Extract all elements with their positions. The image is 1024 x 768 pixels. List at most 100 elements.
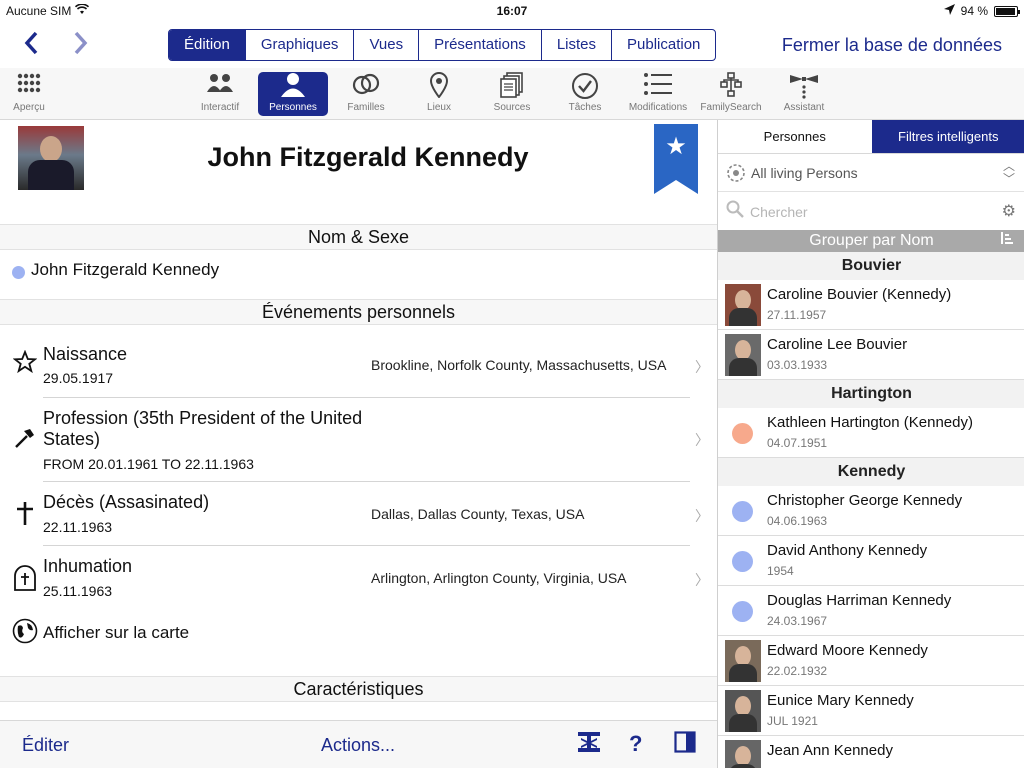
- back-arrow-icon[interactable]: [22, 28, 40, 64]
- list-item[interactable]: Edward Moore Kennedy 22.02.1932: [718, 636, 1024, 686]
- forward-arrow-icon[interactable]: [72, 28, 90, 64]
- list-item[interactable]: Jean Ann Kennedy: [718, 736, 1024, 768]
- tab-listes[interactable]: Listes: [540, 30, 611, 60]
- toolbar-apercu-label: Aperçu: [13, 102, 45, 113]
- section-name-sex: Nom & Sexe: [0, 224, 717, 250]
- bottom-toolbar: Éditer Actions... ?: [0, 720, 717, 768]
- search-icon: [726, 200, 744, 223]
- help-icon[interactable]: ?: [629, 731, 642, 757]
- event-row-birth[interactable]: Naissance 29.05.1917 Brookline, Norfolk …: [0, 326, 717, 398]
- event-date: FROM 20.01.1961 TO 22.11.1963: [43, 456, 254, 472]
- tab-edition[interactable]: Édition: [169, 30, 245, 60]
- event-place: Brookline, Norfolk County, Massachusetts…: [371, 357, 667, 373]
- event-date: 22.11.1963: [43, 519, 113, 535]
- tab-graphiques[interactable]: Graphiques: [244, 30, 354, 60]
- event-date: 25.11.1963: [43, 583, 113, 599]
- toolbar-interactif[interactable]: Interactif: [185, 72, 255, 116]
- tab-vues[interactable]: Vues: [353, 30, 418, 60]
- name-entry-row[interactable]: John Fitzgerald Kennedy: [0, 258, 717, 286]
- status-bar: Aucune SIM 16:07 94 %: [0, 0, 1024, 22]
- tree-icon: [696, 72, 766, 102]
- edit-button[interactable]: Éditer: [22, 735, 69, 756]
- toolbar-assistant[interactable]: Assistant: [769, 72, 839, 116]
- list-item[interactable]: Eunice Mary Kennedy JUL 1921: [718, 686, 1024, 736]
- actions-button[interactable]: Actions...: [321, 735, 395, 756]
- show-on-map-link[interactable]: Afficher sur la carte: [0, 616, 717, 650]
- group-by-bar[interactable]: Grouper par Nom: [718, 230, 1024, 252]
- toolbar-familles[interactable]: Familles: [331, 72, 401, 116]
- toolbar-taches-label: Tâches: [568, 102, 602, 113]
- sort-icon[interactable]: [1001, 230, 1013, 252]
- person-name: Eunice Mary Kennedy: [767, 692, 914, 709]
- sidebar-tab-filtres[interactable]: Filtres intelligents: [871, 120, 1024, 154]
- toolbar-lieux[interactable]: Lieux: [404, 71, 474, 116]
- chevron-right-icon: 〉: [695, 572, 709, 588]
- toolbar-modifications[interactable]: Modifications: [623, 72, 693, 116]
- avatar: [725, 740, 761, 768]
- group-header: Kennedy: [718, 458, 1024, 486]
- list-item[interactable]: David Anthony Kennedy 1954: [718, 536, 1024, 586]
- person-date: 27.11.1957: [767, 308, 827, 322]
- smart-filter-select[interactable]: All living Persons ︿ ﹀: [718, 156, 1024, 192]
- person-name: Christopher George Kennedy: [767, 492, 963, 509]
- event-place: Arlington, Arlington County, Virginia, U…: [371, 570, 627, 586]
- sidebar-toggle-icon[interactable]: [674, 731, 696, 759]
- toolbar-personnes-label: Personnes: [269, 102, 317, 113]
- filter-icon: [726, 163, 746, 188]
- close-database-button[interactable]: Fermer la base de données: [782, 35, 1002, 56]
- event-row-profession[interactable]: Profession (35th President of the United…: [0, 398, 717, 482]
- list-item[interactable]: Caroline Bouvier (Kennedy) 27.11.1957: [718, 280, 1024, 330]
- person-date: 03.03.1933: [767, 358, 828, 372]
- chevron-right-icon: 〉: [695, 359, 709, 375]
- event-row-burial[interactable]: Inhumation 25.11.1963 Arlington, Arlingt…: [0, 546, 717, 610]
- battery-icon: [994, 5, 1020, 17]
- sidebar-tabs: Personnes Filtres intelligents: [718, 120, 1024, 154]
- event-title: Naissance: [43, 344, 128, 364]
- people-sidebar: Personnes Filtres intelligents All livin…: [717, 120, 1024, 768]
- event-title: Profession (35th President of the United…: [43, 408, 363, 449]
- person-date: 04.07.1951: [767, 436, 828, 450]
- event-row-death[interactable]: Décès (Assasinated) 22.11.1963 Dallas, D…: [0, 482, 717, 546]
- toolbar-interactif-label: Interactif: [200, 102, 240, 113]
- people-list: Bouvier Caroline Bouvier (Kennedy) 27.11.1…: [718, 252, 1024, 768]
- sidebar-tab-personnes[interactable]: Personnes: [718, 120, 872, 154]
- toolbar-apercu[interactable]: Aperçu: [0, 72, 64, 116]
- sex-indicator-icon: [732, 601, 753, 622]
- chevron-right-icon: 〉: [695, 508, 709, 524]
- search-input[interactable]: [750, 201, 990, 223]
- globe-icon: [12, 618, 38, 650]
- list-item[interactable]: Douglas Harriman Kennedy 24.03.1967: [718, 586, 1024, 636]
- list-item[interactable]: Caroline Lee Bouvier 03.03.1933: [718, 330, 1024, 380]
- list-item[interactable]: Kathleen Hartington (Kennedy) 04.07.1951: [718, 408, 1024, 458]
- relatives-chart-icon[interactable]: [577, 731, 601, 759]
- person-date: 1954: [767, 564, 794, 578]
- tab-publication[interactable]: Publication: [611, 30, 715, 60]
- clock: 16:07: [496, 4, 528, 18]
- pin-icon: [404, 71, 474, 102]
- toolbar-modifications-label: Modifications: [628, 102, 688, 113]
- event-date: 29.05.1917: [43, 370, 114, 386]
- tomb-icon: [12, 565, 38, 597]
- avatar: [725, 284, 761, 326]
- chevron-updown-icon: ︿ ﹀: [1002, 159, 1015, 186]
- smart-filter-value: All living Persons: [751, 165, 858, 181]
- toolbar-taches[interactable]: Tâches: [550, 72, 620, 116]
- toolbar-sources[interactable]: Sources: [477, 72, 547, 116]
- tab-presentations[interactable]: Présentations: [418, 30, 541, 60]
- toolbar: Aperçu Interactif Personnes Familles Lie…: [0, 68, 1024, 120]
- list-item[interactable]: Christopher George Kennedy 04.06.1963: [718, 486, 1024, 536]
- check-icon: [550, 72, 620, 102]
- gear-icon[interactable]: ⚙: [1002, 201, 1016, 221]
- sex-indicator-icon: [732, 551, 753, 572]
- main-tabs: Édition Graphiques Vues Présentations Li…: [168, 29, 717, 61]
- person-name: Kathleen Hartington (Kennedy): [767, 414, 973, 431]
- toolbar-personnes[interactable]: Personnes: [258, 72, 328, 116]
- bookmark-star-icon[interactable]: ★: [654, 124, 698, 194]
- toolbar-sources-label: Sources: [493, 102, 531, 113]
- show-on-map-label: Afficher sur la carte: [43, 623, 190, 642]
- grid-icon: [0, 72, 64, 102]
- toolbar-familysearch[interactable]: FamilySearch: [696, 72, 766, 116]
- name-entry: John Fitzgerald Kennedy: [31, 260, 220, 279]
- sex-indicator-icon: [12, 266, 25, 279]
- person-name: Edward Moore Kennedy: [767, 642, 928, 659]
